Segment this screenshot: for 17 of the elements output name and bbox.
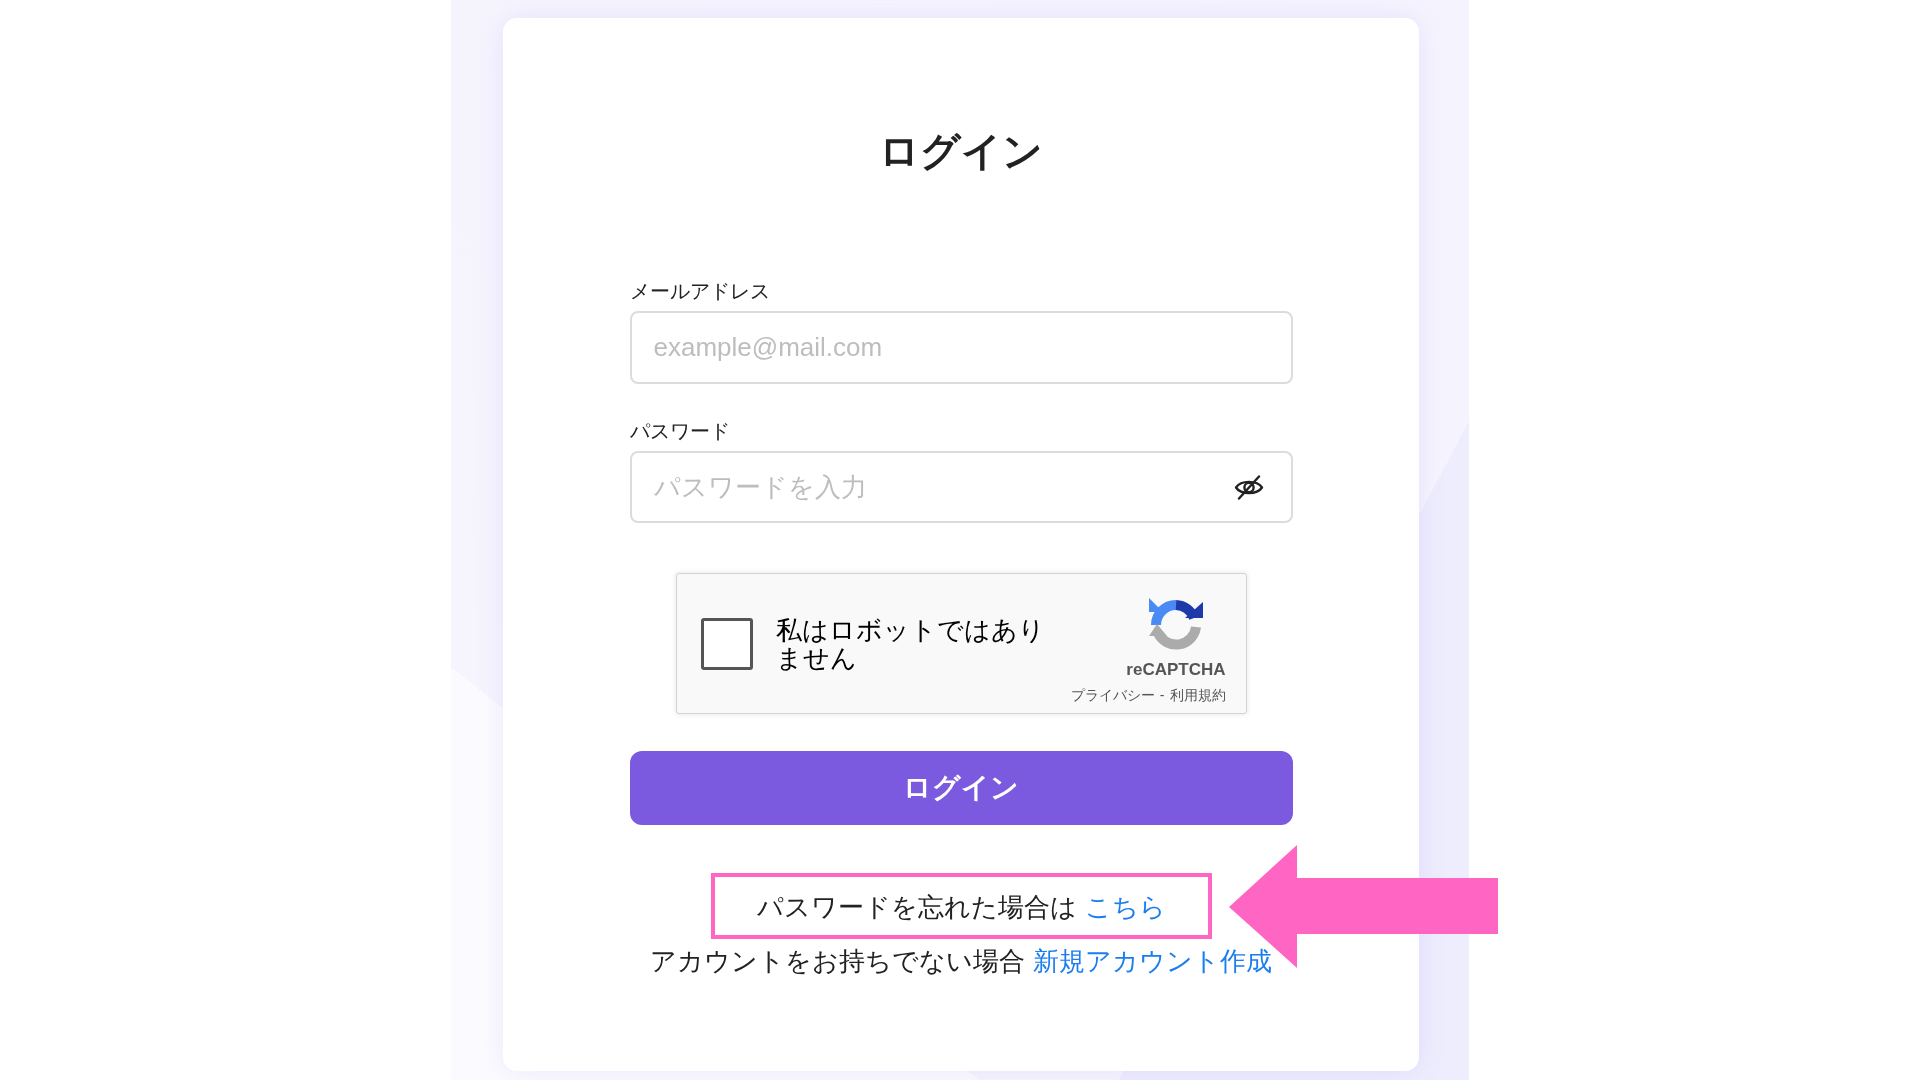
separator-text: - bbox=[1159, 686, 1165, 704]
terms-link[interactable]: 利用規約 bbox=[1169, 686, 1226, 704]
checkbox[interactable] bbox=[700, 617, 753, 670]
captcha-label: 私はロボットではありません bbox=[775, 615, 1046, 672]
text-link[interactable]: こちら bbox=[1084, 892, 1166, 922]
prompt-text: パスワードを忘れた場合は こちら bbox=[756, 891, 1166, 924]
eye-slash-icon[interactable] bbox=[1233, 475, 1264, 500]
field-label: メールアドレス bbox=[629, 279, 770, 304]
email-field[interactable]: example@mail.com bbox=[629, 311, 1293, 384]
text-link[interactable]: 新規アカウント作成 bbox=[1033, 946, 1272, 976]
prompt-text: アカウントをお持ちでない場合 新規アカウント作成 bbox=[650, 945, 1272, 978]
brand-text: reCAPTCHA bbox=[1126, 660, 1226, 680]
field-label: パスワード bbox=[629, 419, 730, 444]
password-field[interactable]: パスワードを入力 bbox=[629, 451, 1293, 523]
page-title: ログイン bbox=[879, 128, 1043, 175]
submit-button[interactable]: ログイン bbox=[629, 751, 1293, 825]
privacy-link[interactable]: プライバシー bbox=[1070, 686, 1155, 704]
